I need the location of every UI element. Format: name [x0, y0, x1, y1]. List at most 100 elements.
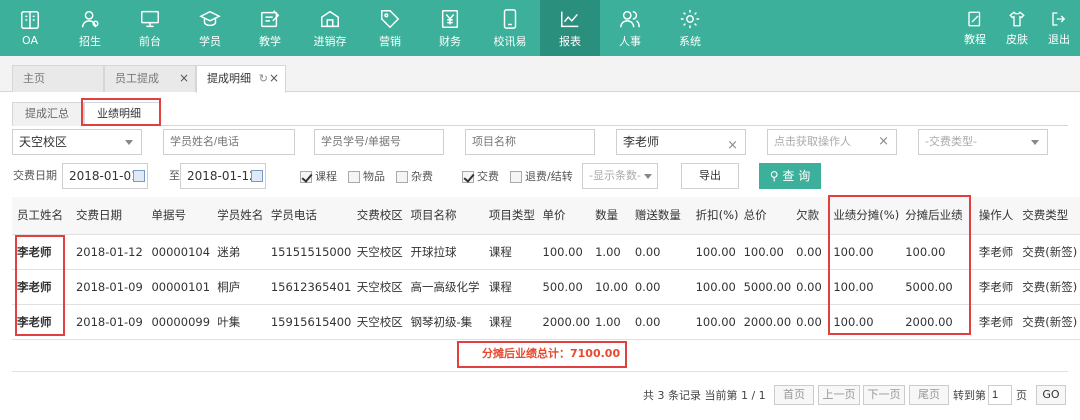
query-button[interactable]: ⚲ 查 询 — [759, 163, 821, 189]
table-cell: 1.00 — [590, 234, 630, 270]
col-header: 学员电话 — [265, 197, 352, 235]
campus-value: 天空校区 — [19, 135, 68, 149]
checkbox-refund[interactable]: 退费/结转 — [510, 168, 573, 186]
nav-item-system[interactable]: 系统 — [660, 0, 720, 56]
col-header: 交费校区 — [351, 197, 406, 235]
nav-item-front-desk[interactable]: 前台 — [120, 0, 180, 56]
pay-type-placeholder: -交费类型- — [925, 135, 977, 148]
table-cell: 高一高级化学 — [405, 269, 484, 305]
col-header: 单据号 — [146, 197, 213, 235]
highlight-box-performance — [828, 195, 971, 335]
nav-item-logout[interactable]: 退出 — [1038, 0, 1080, 56]
gear-icon — [680, 9, 700, 28]
nav-item-teaching[interactable]: 教学 — [240, 0, 300, 56]
calendar-icon[interactable] — [251, 170, 263, 182]
checkbox-course[interactable]: 课程 — [300, 168, 337, 186]
query-label: 查 询 — [782, 169, 811, 183]
table-cell: 课程 — [483, 269, 538, 305]
tab-employee-commission[interactable]: 员工提成 × — [104, 65, 196, 92]
col-header: 数量 — [590, 197, 630, 235]
nav-right: 教程 皮肤 退出 — [954, 0, 1080, 56]
nav-item-students[interactable]: 学员 — [180, 0, 240, 56]
table-cell: 钢琴初级-集 — [405, 304, 484, 340]
nav-label: 招生 — [79, 34, 101, 48]
teaching-board-icon — [261, 9, 280, 27]
close-icon[interactable]: × — [179, 66, 189, 91]
table-cell: 100.00 — [690, 304, 739, 340]
nav-item-oa[interactable]: OA — [0, 0, 60, 56]
nav-item-school-message[interactable]: 校讯易 — [480, 0, 540, 56]
student-no-input[interactable] — [314, 129, 444, 155]
shirt-icon — [1009, 10, 1025, 26]
col-header: 项目名称 — [405, 197, 484, 235]
checkbox-pay[interactable]: 交费 — [462, 168, 499, 186]
checkbox-checked-icon — [462, 171, 474, 183]
checkbox-goods[interactable]: 物品 — [348, 168, 385, 186]
date-from-input[interactable]: 2018-01-01 — [62, 163, 148, 189]
tab-home[interactable]: 主页 — [12, 65, 104, 92]
table-cell: 0.00 — [791, 304, 829, 340]
col-header: 总价 — [738, 197, 792, 235]
table-cell: 2018-01-09 — [70, 269, 147, 305]
nav-item-marketing[interactable]: 营销 — [360, 0, 420, 56]
enroll-user-icon — [81, 10, 99, 27]
table-cell: 00000101 — [146, 269, 213, 305]
checkbox-label: 杂费 — [411, 170, 433, 183]
next-page-button[interactable]: 下一页 — [863, 385, 905, 405]
logout-icon — [1052, 11, 1066, 26]
operator-input[interactable]: 点击获取操作人 × — [767, 129, 897, 155]
project-name-input[interactable] — [465, 129, 595, 155]
nav-item-inventory[interactable]: 进销存 — [300, 0, 360, 56]
operator-placeholder: 点击获取操作人 — [774, 135, 851, 148]
checkbox-label: 课程 — [315, 170, 337, 183]
student-name-input[interactable] — [163, 129, 295, 155]
nav-item-tutorial[interactable]: 教程 — [954, 0, 996, 56]
table-cell: 2000.00 — [537, 304, 591, 340]
table-cell: 100.00 — [690, 234, 739, 270]
checkbox-label: 物品 — [363, 170, 385, 183]
table-cell: 天空校区 — [351, 269, 406, 305]
nav-item-enroll[interactable]: 招生 — [60, 0, 120, 56]
graduation-cap-icon — [199, 10, 221, 26]
nav-item-finance[interactable]: 财务 — [420, 0, 480, 56]
close-icon[interactable]: × — [269, 66, 279, 91]
col-header: 欠款 — [791, 197, 829, 235]
col-header: 赠送数量 — [629, 197, 691, 235]
go-button[interactable]: GO — [1036, 385, 1066, 405]
show-count-select[interactable]: -显示条数- — [582, 163, 658, 189]
export-button[interactable]: 导出 — [681, 163, 739, 189]
nav-label: 前台 — [139, 34, 161, 48]
checkbox-label: 退费/结转 — [525, 170, 573, 183]
table-cell: 李老师 — [973, 269, 1018, 305]
prev-page-button[interactable]: 上一页 — [818, 385, 860, 405]
tag-icon — [381, 9, 400, 28]
tab-commission-summary[interactable]: 提成汇总 — [12, 102, 84, 126]
campus-select[interactable]: 天空校区 — [12, 129, 142, 155]
clear-icon[interactable]: × — [878, 130, 889, 154]
table-cell: 15915615400 — [265, 304, 352, 340]
nav-label: 报表 — [559, 34, 581, 48]
highlight-box-subtab — [81, 98, 161, 126]
table-cell: 桐庐 — [212, 269, 266, 305]
nav-item-skin[interactable]: 皮肤 — [996, 0, 1038, 56]
clear-icon[interactable]: × — [727, 134, 738, 158]
nav-label: 进销存 — [313, 34, 347, 48]
last-page-button[interactable]: 尾页 — [909, 385, 949, 405]
checkbox-misc[interactable]: 杂费 — [396, 168, 433, 186]
employee-value: 李老师 — [623, 135, 660, 149]
first-page-button[interactable]: 首页 — [774, 385, 814, 405]
table-cell: 迷弟 — [212, 234, 266, 270]
refresh-icon[interactable]: ↻ — [259, 66, 268, 91]
pay-type-select[interactable]: -交费类型- — [918, 129, 1048, 155]
employee-input[interactable]: 李老师 × — [616, 129, 746, 155]
nav-item-hr[interactable]: 人事 — [600, 0, 660, 56]
goto-page-input[interactable] — [988, 385, 1012, 405]
date-to-input[interactable]: 2018-01-12 — [180, 163, 266, 189]
table-cell: 5000.00 — [738, 269, 792, 305]
nav-item-reports[interactable]: 报表 — [540, 0, 600, 56]
nav-label: 财务 — [439, 34, 461, 48]
tab-commission-detail[interactable]: 提成明细 ↻ × — [196, 65, 286, 93]
table-cell: 李老师 — [973, 234, 1018, 270]
calendar-icon[interactable] — [133, 170, 145, 182]
